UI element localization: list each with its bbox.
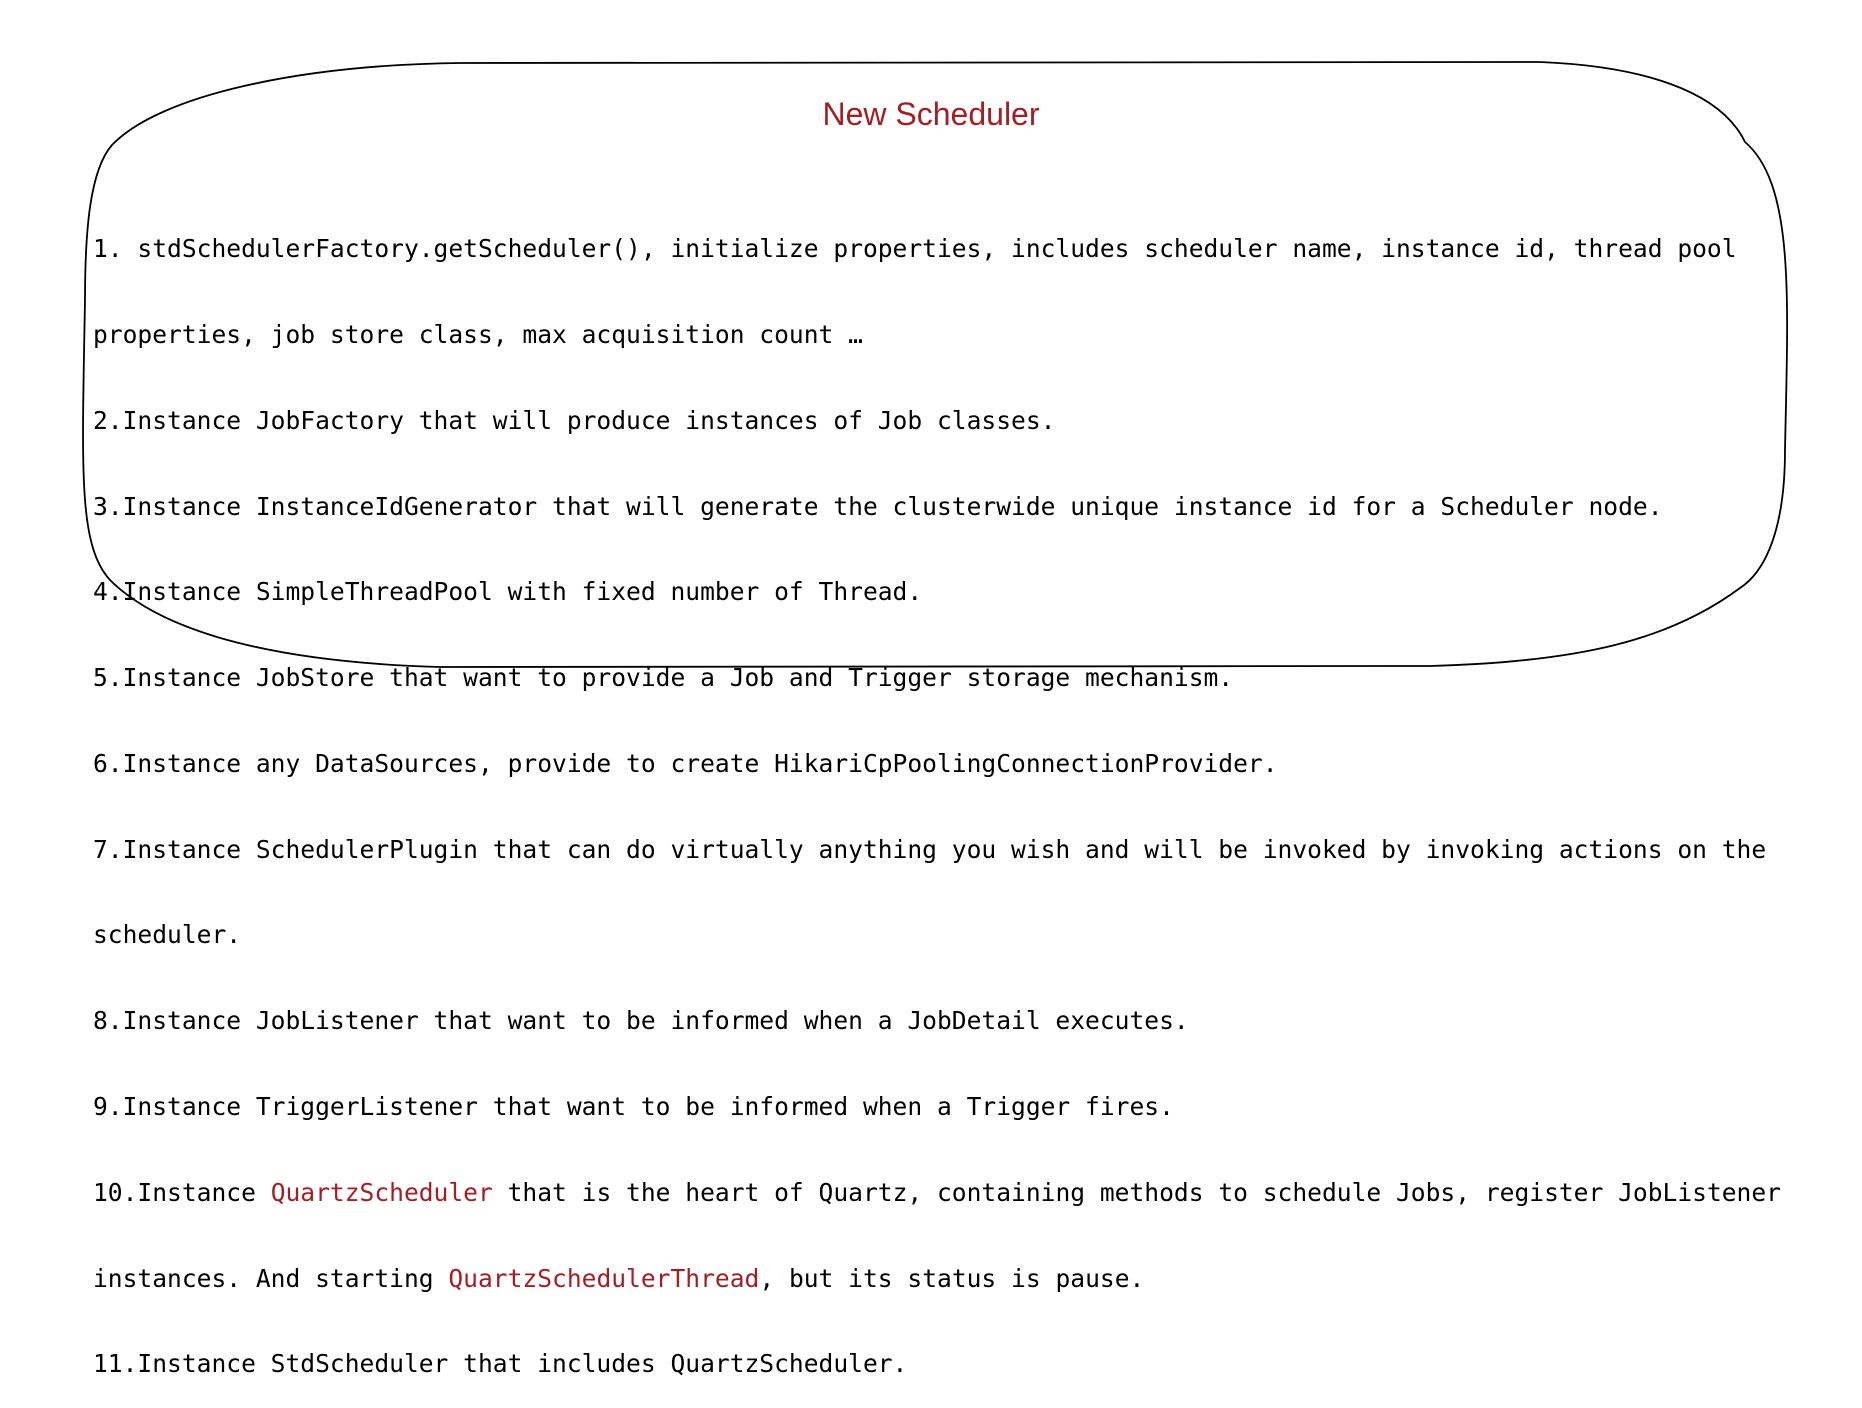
step-7-line-1: 7.Instance SchedulerPlugin that can do v…: [93, 834, 1767, 864]
step-10-middle: that is the heart of Quartz, containing …: [492, 1177, 1781, 1207]
step-8: 8.Instance JobListener that want to be i…: [93, 1006, 1189, 1036]
step-list: 1. stdSchedulerFactory.getScheduler(), i…: [93, 178, 1793, 1408]
step-9: 9.Instance TriggerListener that want to …: [93, 1092, 1174, 1121]
step-3: 3.Instance InstanceIdGenerator that will…: [93, 491, 1663, 521]
step-10-line-1: 10.Instance QuartzScheduler that is the …: [93, 1177, 1793, 1208]
step-10-line2-prefix: instances. And starting: [93, 1263, 449, 1293]
step-2: 2.Instance JobFactory that will produce …: [93, 405, 1056, 435]
quartz-scheduler-thread-highlight: QuartzSchedulerThread: [448, 1263, 760, 1293]
step-7-line-2: scheduler.: [93, 920, 242, 950]
step-1-line-2: properties, job store class, max acquisi…: [93, 319, 863, 349]
step-4: 4.Instance SimpleThreadPool with fixed n…: [93, 577, 923, 607]
step-10-line-2: instances. And starting QuartzSchedulerT…: [93, 1263, 1793, 1294]
step-5: 5.Instance JobStore that want to provide…: [93, 663, 1234, 693]
step-10-prefix: 10.Instance: [93, 1177, 271, 1207]
quartz-scheduler-highlight: QuartzScheduler: [270, 1177, 493, 1207]
step-6: 6.Instance any DataSources, provide to c…: [93, 748, 1278, 778]
step-11: 11.Instance StdScheduler that includes Q…: [93, 1349, 908, 1379]
diagram-title: New Scheduler: [822, 96, 1040, 132]
step-10-line2-suffix: , but its status is pause.: [759, 1263, 1145, 1293]
step-1-line-1: 1. stdSchedulerFactory.getScheduler(), i…: [93, 234, 1737, 264]
